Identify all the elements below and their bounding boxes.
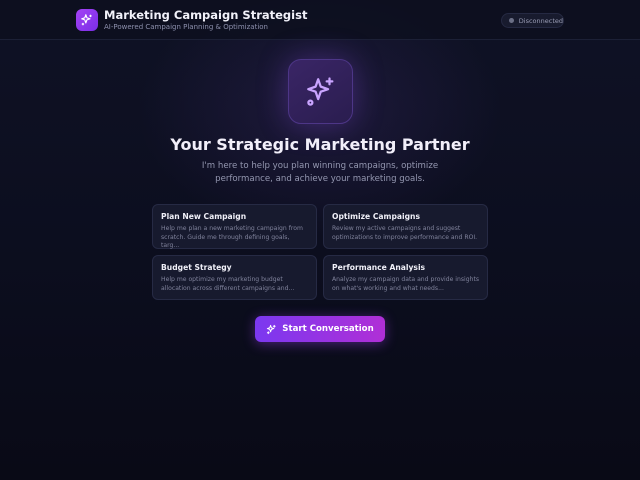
- card-title: Optimize Campaigns: [332, 212, 420, 221]
- prompt-card-plan-new-campaign[interactable]: Plan New Campaign Help me plan a new mar…: [152, 204, 317, 249]
- start-conversation-button[interactable]: Start Conversation: [255, 316, 385, 342]
- status-dot: [509, 18, 514, 23]
- card-description: Help me optimize my marketing budget all…: [161, 276, 295, 292]
- prompt-card-optimize-campaigns[interactable]: Optimize Campaigns Review my active camp…: [323, 204, 488, 249]
- app-subtitle: AI-Powered Campaign Planning & Optimizat…: [104, 23, 268, 31]
- prompt-card-budget-strategy[interactable]: Budget Strategy Help me optimize my mark…: [152, 255, 317, 300]
- card-description: Help me plan a new marketing campaign fr…: [161, 225, 303, 249]
- start-conversation-label: Start Conversation: [282, 324, 374, 334]
- sparkles-icon: [266, 324, 277, 335]
- connection-status-badge: Disconnected: [501, 13, 564, 28]
- card-title: Budget Strategy: [161, 263, 232, 272]
- app-header: Marketing Campaign Strategist AI-Powered…: [0, 0, 640, 40]
- sparkles-icon: [288, 59, 353, 124]
- hero-subtitle: I'm here to help you plan winning campai…: [201, 161, 439, 184]
- card-description: Review my active campaigns and suggest o…: [332, 225, 478, 241]
- status-label: Disconnected: [518, 16, 563, 25]
- sparkles-icon: [76, 9, 98, 31]
- card-title: Plan New Campaign: [161, 212, 247, 221]
- app-title: Marketing Campaign Strategist: [104, 8, 308, 22]
- card-title: Performance Analysis: [332, 263, 426, 272]
- prompt-card-performance-analysis[interactable]: Performance Analysis Analyze my campaign…: [323, 255, 488, 300]
- hero-title: Your Strategic Marketing Partner: [170, 135, 470, 154]
- card-description: Analyze my campaign data and provide ins…: [332, 276, 480, 292]
